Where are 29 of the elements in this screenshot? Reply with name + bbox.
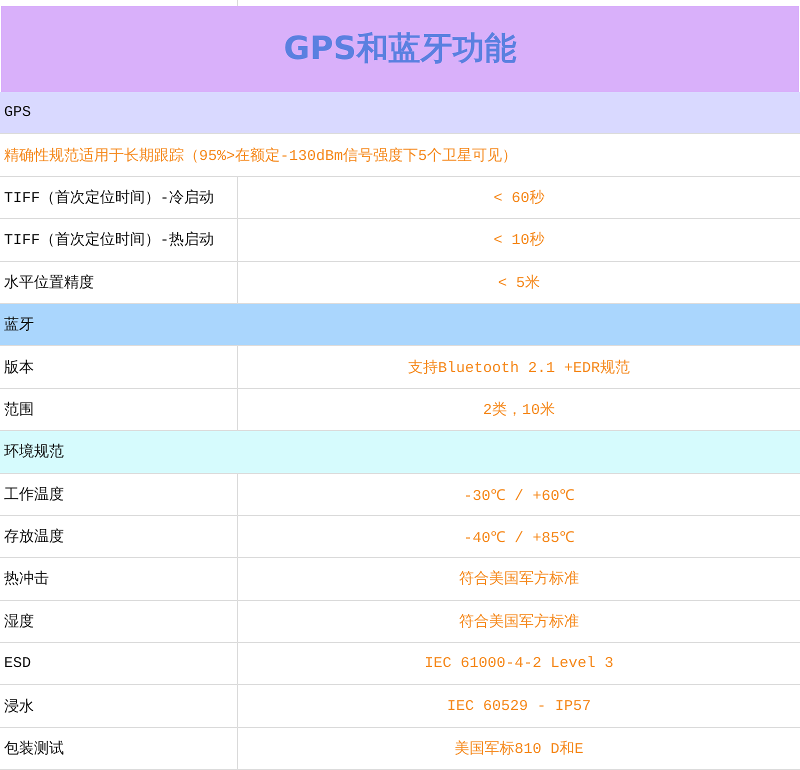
spec-value: 符合美国军方标准 — [458, 569, 580, 588]
spec-label: 水平位置精度 — [0, 262, 238, 303]
spec-label: 热冲击 — [0, 558, 238, 600]
spec-value: -40℃ / +85℃ — [462, 529, 576, 548]
spec-value: 美国军标810 D和E — [453, 739, 584, 758]
spec-label: 包装测试 — [0, 728, 238, 770]
spec-label: 范围 — [0, 388, 238, 430]
spec-label: 存放温度 — [0, 516, 238, 558]
section-header: 环境规范 — [0, 431, 800, 474]
spec-value: -30℃ / +60℃ — [462, 486, 576, 505]
spec-label: 浸水 — [0, 685, 238, 727]
page-title: GPS和蓝牙功能 — [284, 28, 516, 69]
section-header: 蓝牙 — [0, 304, 800, 346]
spec-value: < 60秒 — [492, 188, 546, 207]
spec-value: 符合美国军方标准 — [458, 612, 580, 631]
spec-label: TIFF（首次定位时间）-冷启动 — [0, 176, 238, 218]
spec-label: ESD — [0, 643, 238, 684]
spec-label: TIFF（首次定位时间）-热启动 — [0, 219, 238, 261]
note-text: 精确性规范适用于长期跟踪（95%>在额定-130dBm信号强度下5个卫星可见） — [4, 146, 518, 165]
section-header: GPS — [0, 92, 800, 134]
spec-value: 2类，10米 — [482, 400, 556, 419]
spec-value: 支持Bluetooth 2.1 +EDR规范 — [406, 358, 632, 377]
spec-label: 工作温度 — [0, 474, 238, 515]
spec-label: 湿度 — [0, 600, 238, 642]
spec-value: < 10秒 — [492, 230, 546, 250]
spec-value: IEC 61000-4-2 Level 3 — [423, 655, 615, 672]
spec-value: < 5米 — [496, 274, 541, 292]
spec-label: 版本 — [0, 346, 238, 388]
spec-value: IEC 60529 - IP57 — [446, 698, 592, 715]
